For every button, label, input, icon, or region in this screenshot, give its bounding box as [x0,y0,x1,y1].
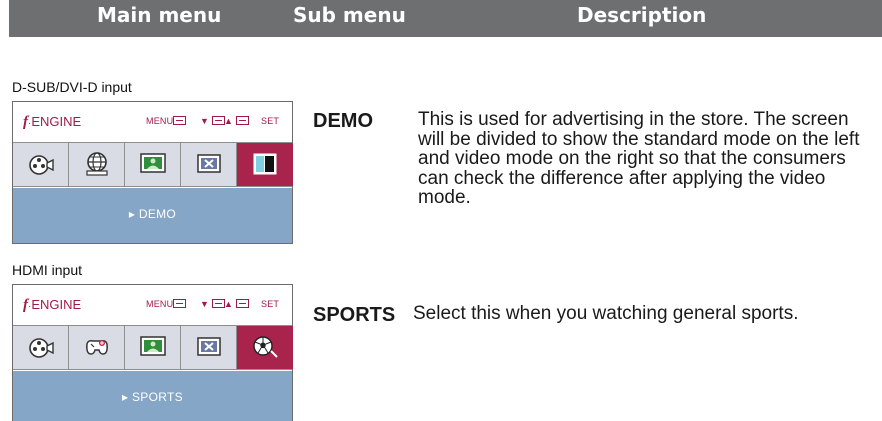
submenu-description-sports: Select this when you watching general sp… [413,303,799,324]
osd-mode-label: ▸ SPORTS [122,390,183,404]
header-sub-menu: Sub menu [293,3,406,27]
user-cancel-icon [197,337,221,356]
movie-reel-icon [29,338,54,358]
input-label-dsub: D-SUB/DVI-D input [12,79,132,95]
osd-cell-game[interactable] [69,326,125,369]
movie-reel-icon [29,155,54,175]
soccer-ball-icon [253,336,278,358]
osd-cell-picture[interactable] [125,326,181,369]
down-button-hint: ▼ [200,299,225,309]
osd-cell-sports[interactable] [237,326,293,369]
header-main-menu: Main menu [97,3,222,27]
fengine-logo: f·ENGINE [23,297,82,313]
osd-mode-label: ▸ DEMO [128,207,177,221]
osd-cell-internet[interactable] [69,143,125,186]
set-button-hint: SET [261,116,280,126]
fengine-osd-hdmi: f·ENGINE MENU ▼ ▲ SET ▸ SPORTS [12,284,293,421]
user-cancel-icon [197,154,221,173]
osd-icon-row [13,326,293,370]
osd-cell-movie[interactable] [13,326,69,369]
osd-cell-user-cancel[interactable] [181,326,237,369]
up-button-hint: ▲ [224,116,249,126]
internet-globe-icon [86,152,108,176]
game-controller-icon [86,340,108,355]
fengine-osd-dsub: f·ENGINE MENU ▼ ▲ SET ▸ DEMO [12,101,293,244]
table-header-bar: Main menu Sub menu Description [9,0,882,37]
picture-icon [140,336,166,356]
menu-button-hint: MENU [146,299,187,309]
osd-icon-row [13,143,293,187]
submenu-description-demo: This is used for advertising in the stor… [418,109,860,208]
demo-split-icon [253,153,277,175]
osd-mode-bar: ▸ SPORTS [13,371,292,421]
submenu-term-demo: DEMO [313,110,373,132]
osd-cell-user-cancel[interactable] [181,143,237,186]
header-description: Description [577,3,707,27]
set-button-hint: SET [261,299,280,309]
osd-title-bar: f·ENGINE MENU ▼ ▲ SET [13,102,292,143]
submenu-term-sports: SPORTS [313,304,396,326]
up-button-hint: ▲ [224,299,249,309]
input-label-hdmi: HDMI input [12,262,83,278]
osd-mode-bar: ▸ DEMO [13,188,292,243]
picture-icon [140,153,166,173]
osd-cell-picture[interactable] [125,143,181,186]
osd-cell-demo[interactable] [237,143,293,186]
osd-cell-movie[interactable] [13,143,69,186]
menu-button-hint: MENU [146,116,187,126]
osd-title-bar: f·ENGINE MENU ▼ ▲ SET [13,285,292,326]
down-button-hint: ▼ [200,116,225,126]
fengine-logo: f·ENGINE [23,114,82,130]
